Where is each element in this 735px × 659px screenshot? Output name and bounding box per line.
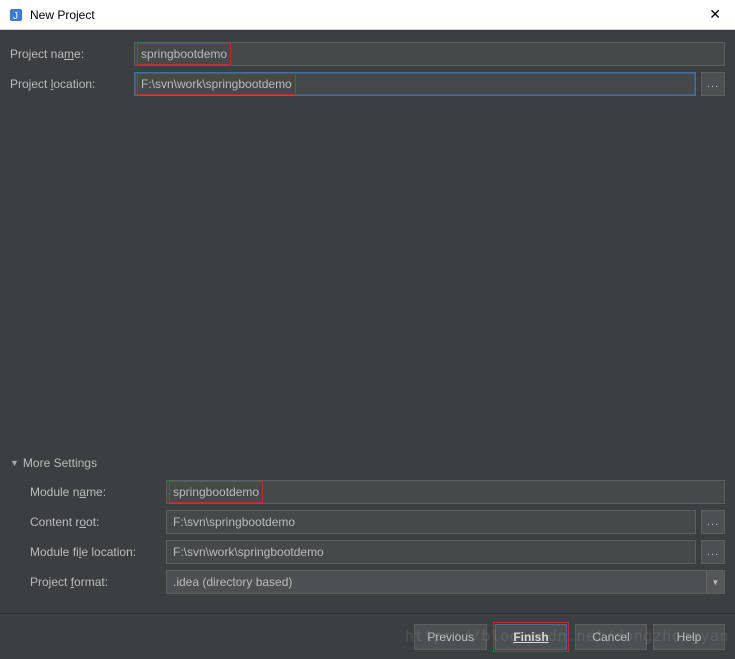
cancel-label: Cancel xyxy=(592,630,629,644)
help-button[interactable]: Help xyxy=(653,624,725,650)
project-format-value: .idea (directory based) xyxy=(173,575,292,589)
project-location-value: F:\svn\work\springbootdemo xyxy=(137,73,296,95)
title-bar: J New Project ✕ xyxy=(0,0,735,30)
chevron-down-icon: ▼ xyxy=(10,458,19,468)
module-name-row: Module name: springbootdemo xyxy=(10,480,725,504)
project-format-select[interactable]: .idea (directory based) ▼ xyxy=(166,570,725,594)
content-root-browse-button[interactable]: ... xyxy=(701,510,725,534)
dropdown-arrow-icon: ▼ xyxy=(706,571,724,593)
project-format-row: Project format: .idea (directory based) … xyxy=(10,570,725,594)
help-label: Help xyxy=(677,630,702,644)
project-format-label: Project format: xyxy=(10,575,166,589)
project-name-row: Project name: springbootdemo xyxy=(10,42,725,66)
spacer xyxy=(10,102,725,452)
dialog-content: Project name: springbootdemo Project loc… xyxy=(0,30,735,594)
previous-button[interactable]: Previous xyxy=(414,624,487,650)
content-root-input[interactable]: F:\svn\springbootdemo xyxy=(166,510,696,534)
module-name-label: Module name: xyxy=(10,485,166,499)
project-location-row: Project location: F:\svn\work\springboot… xyxy=(10,72,725,96)
module-name-value: springbootdemo xyxy=(169,481,263,503)
cancel-button[interactable]: Cancel xyxy=(575,624,647,650)
project-location-label: Project location: xyxy=(10,77,134,91)
module-file-row: Module file location: F:\svn\work\spring… xyxy=(10,540,725,564)
project-name-value: springbootdemo xyxy=(137,43,231,65)
dialog-footer: Previous Finish Cancel Help xyxy=(0,613,735,659)
content-root-value: F:\svn\springbootdemo xyxy=(173,515,295,529)
previous-label: Previous xyxy=(427,630,474,644)
content-root-label: Content root: xyxy=(10,515,166,529)
more-settings-label: More Settings xyxy=(23,456,97,470)
finish-label: Finish xyxy=(513,630,548,644)
project-location-browse-button[interactable]: ... xyxy=(701,72,725,96)
module-file-input[interactable]: F:\svn\work\springbootdemo xyxy=(166,540,696,564)
project-location-input[interactable]: F:\svn\work\springbootdemo xyxy=(134,72,696,96)
project-name-label: Project name: xyxy=(10,47,134,61)
more-settings-panel: Module name: springbootdemo Content root… xyxy=(10,480,725,594)
content-root-row: Content root: F:\svn\springbootdemo ... xyxy=(10,510,725,534)
window-title: New Project xyxy=(30,8,703,22)
app-icon: J xyxy=(8,7,24,23)
finish-highlight: Finish xyxy=(493,622,569,652)
svg-text:J: J xyxy=(13,11,18,22)
close-icon[interactable]: ✕ xyxy=(703,6,727,23)
finish-button[interactable]: Finish xyxy=(495,624,567,650)
module-file-label: Module file location: xyxy=(10,545,166,559)
module-name-input[interactable]: springbootdemo xyxy=(166,480,725,504)
module-file-browse-button[interactable]: ... xyxy=(701,540,725,564)
project-name-input[interactable]: springbootdemo xyxy=(134,42,725,66)
module-file-value: F:\svn\work\springbootdemo xyxy=(173,545,324,559)
more-settings-toggle[interactable]: ▼ More Settings xyxy=(10,452,725,480)
